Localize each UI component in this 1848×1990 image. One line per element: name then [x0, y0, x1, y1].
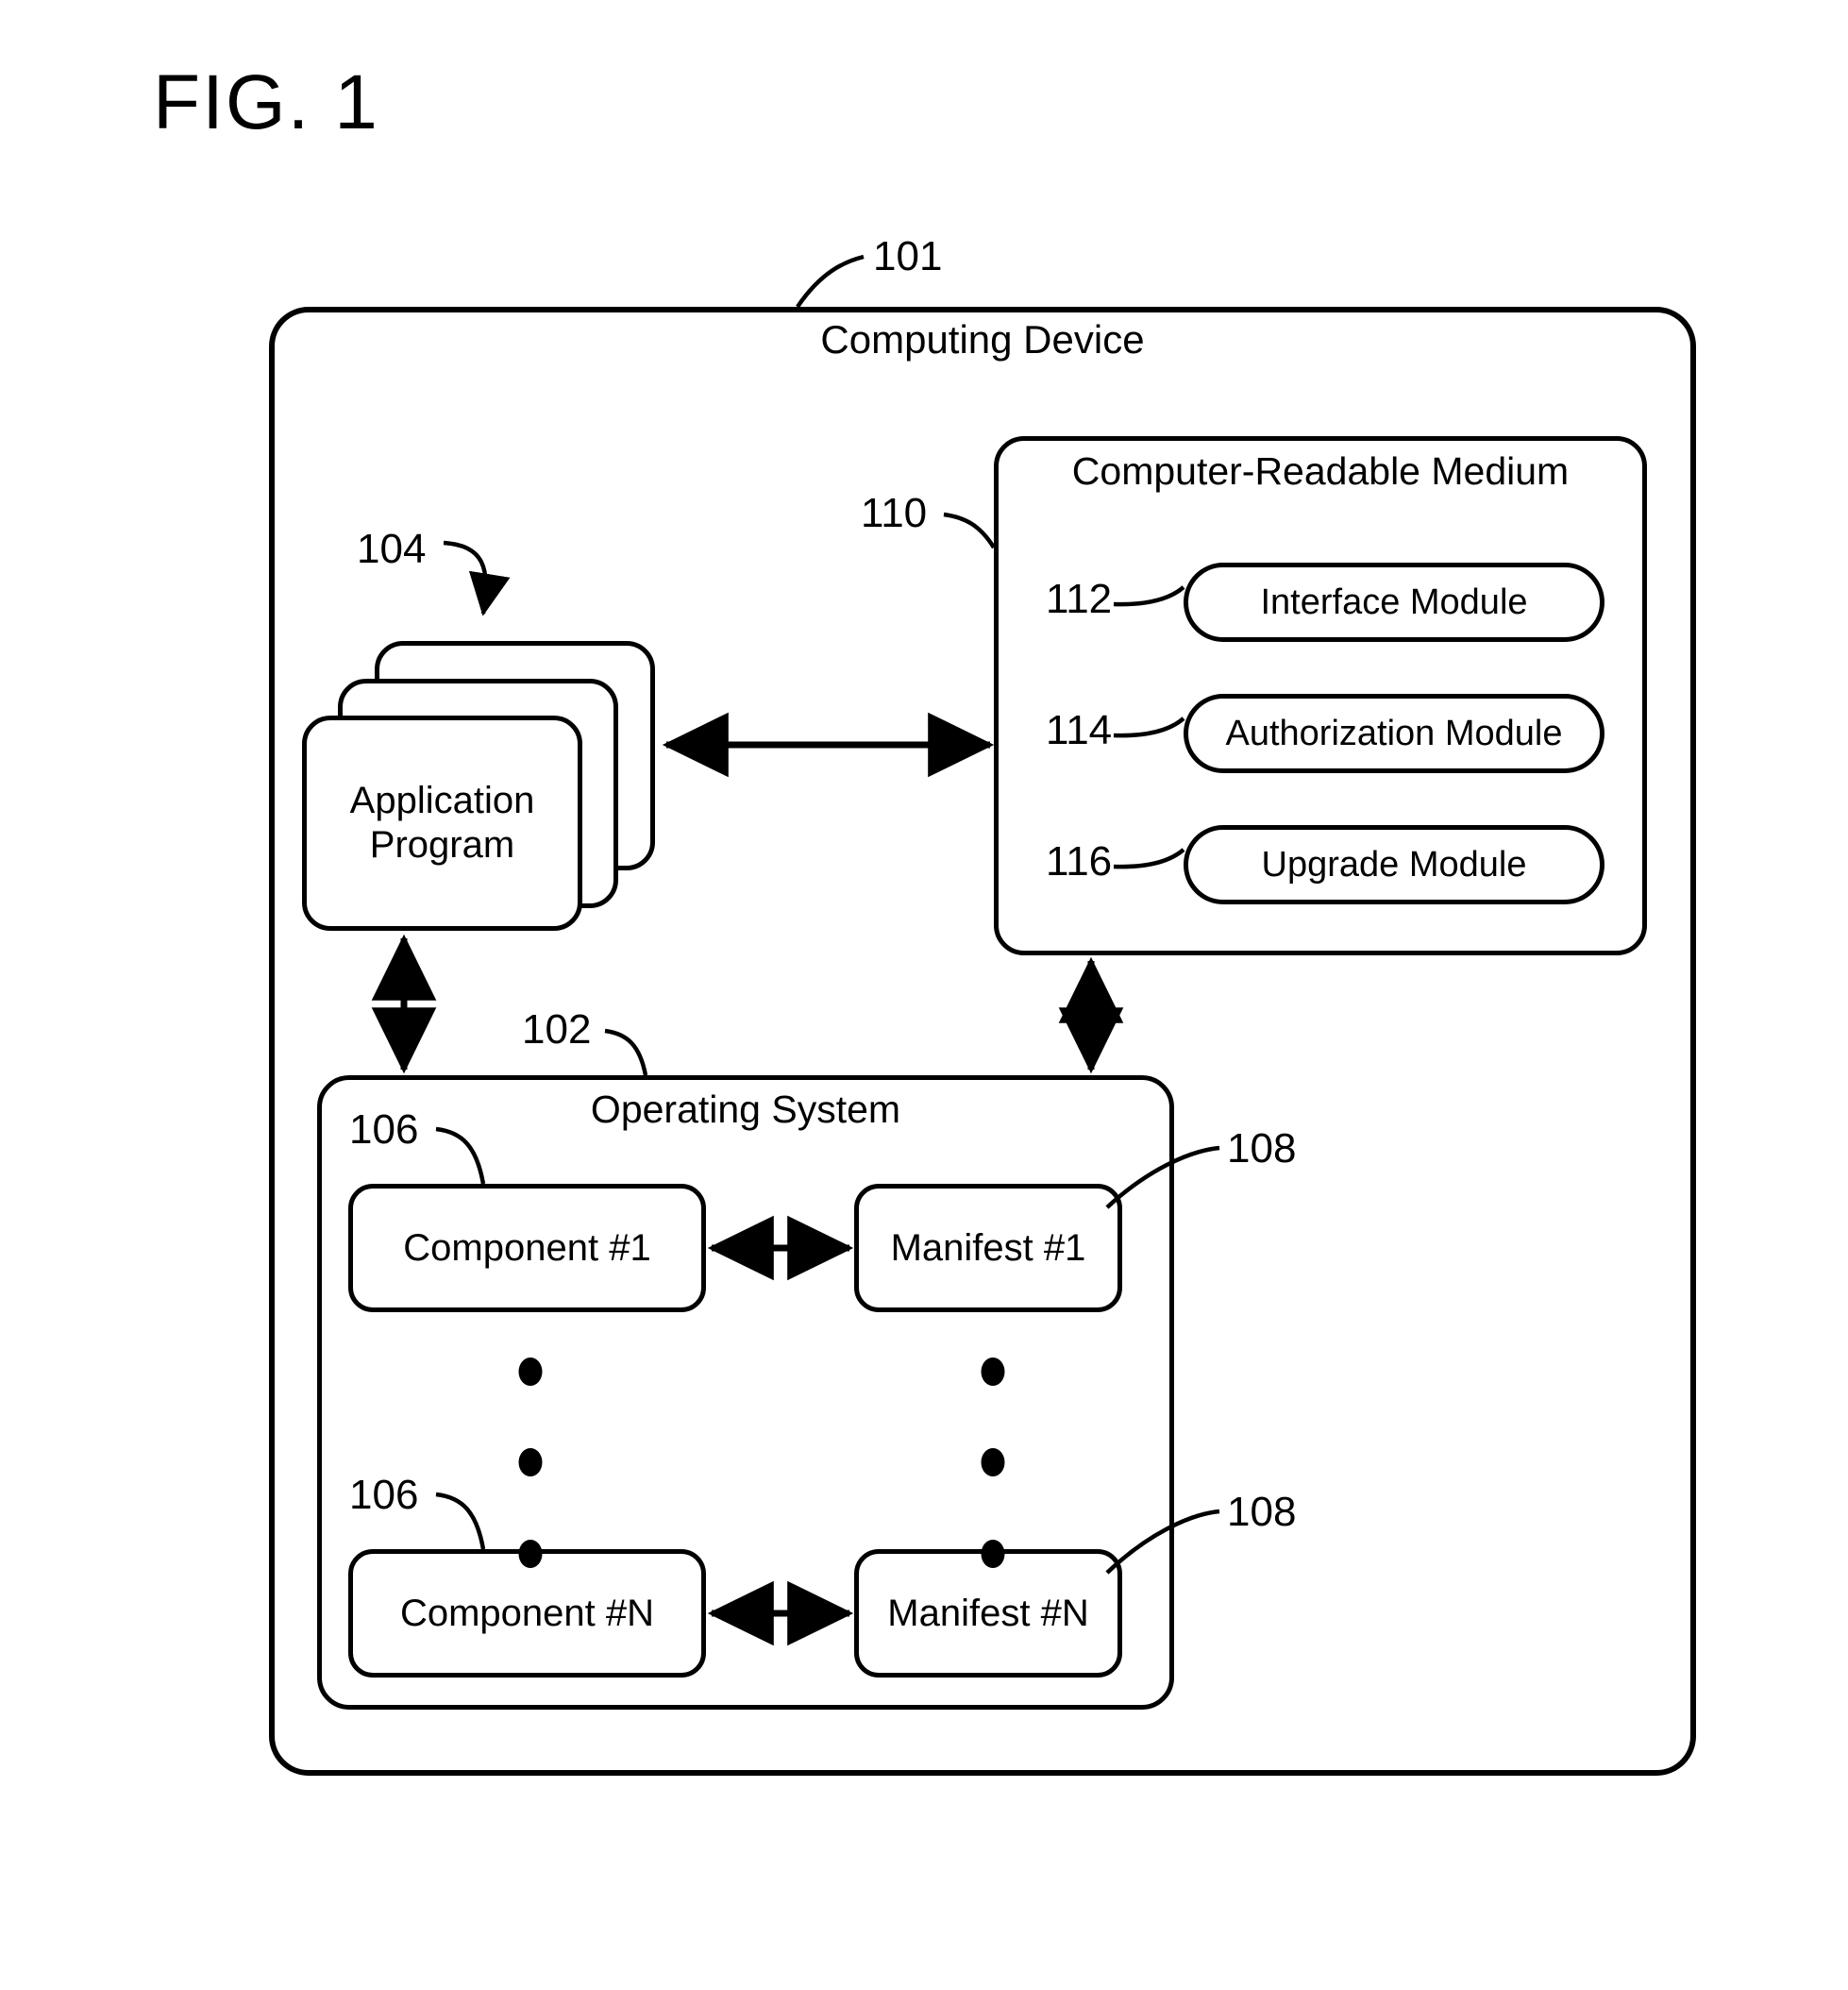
reference-numeral-106-bottom: 106	[349, 1472, 419, 1518]
manifest-n-box: Manifest #N	[854, 1549, 1122, 1678]
operating-system-title: Operating System	[590, 1088, 901, 1131]
interface-module-box: Interface Module	[1184, 563, 1604, 642]
reference-numeral-114: 114	[1046, 707, 1113, 753]
application-program-label-line1: Application	[349, 779, 535, 821]
reference-numeral-112: 112	[1046, 576, 1113, 622]
component-n-box: Component #N	[348, 1549, 706, 1678]
reference-numeral-108-bottom: 108	[1227, 1489, 1297, 1535]
figure-canvas: FIG. 1 Computing Device Computer-Readabl…	[0, 0, 1848, 1990]
reference-numeral-108-top: 108	[1227, 1125, 1297, 1172]
reference-numeral-106-top: 106	[349, 1106, 419, 1153]
application-program-label-line2: Program	[369, 824, 515, 866]
figure-title: FIG. 1	[153, 59, 379, 145]
reference-numeral-104: 104	[357, 526, 427, 572]
component-1-box: Component #1	[348, 1184, 706, 1312]
reference-numeral-102: 102	[522, 1006, 592, 1053]
computer-readable-medium-title: Computer-Readable Medium	[1071, 449, 1570, 493]
leader-line-101	[796, 254, 865, 309]
application-program-label: Application Program	[350, 779, 535, 868]
application-program-card-front: Application Program	[302, 716, 582, 931]
upgrade-module-box: Upgrade Module	[1184, 825, 1604, 904]
reference-numeral-116: 116	[1046, 838, 1113, 885]
reference-numeral-101: 101	[873, 233, 943, 279]
manifest-1-box: Manifest #1	[854, 1184, 1122, 1312]
reference-numeral-110: 110	[861, 490, 928, 536]
computing-device-title: Computing Device	[820, 317, 1145, 362]
authorization-module-box: Authorization Module	[1184, 694, 1604, 773]
